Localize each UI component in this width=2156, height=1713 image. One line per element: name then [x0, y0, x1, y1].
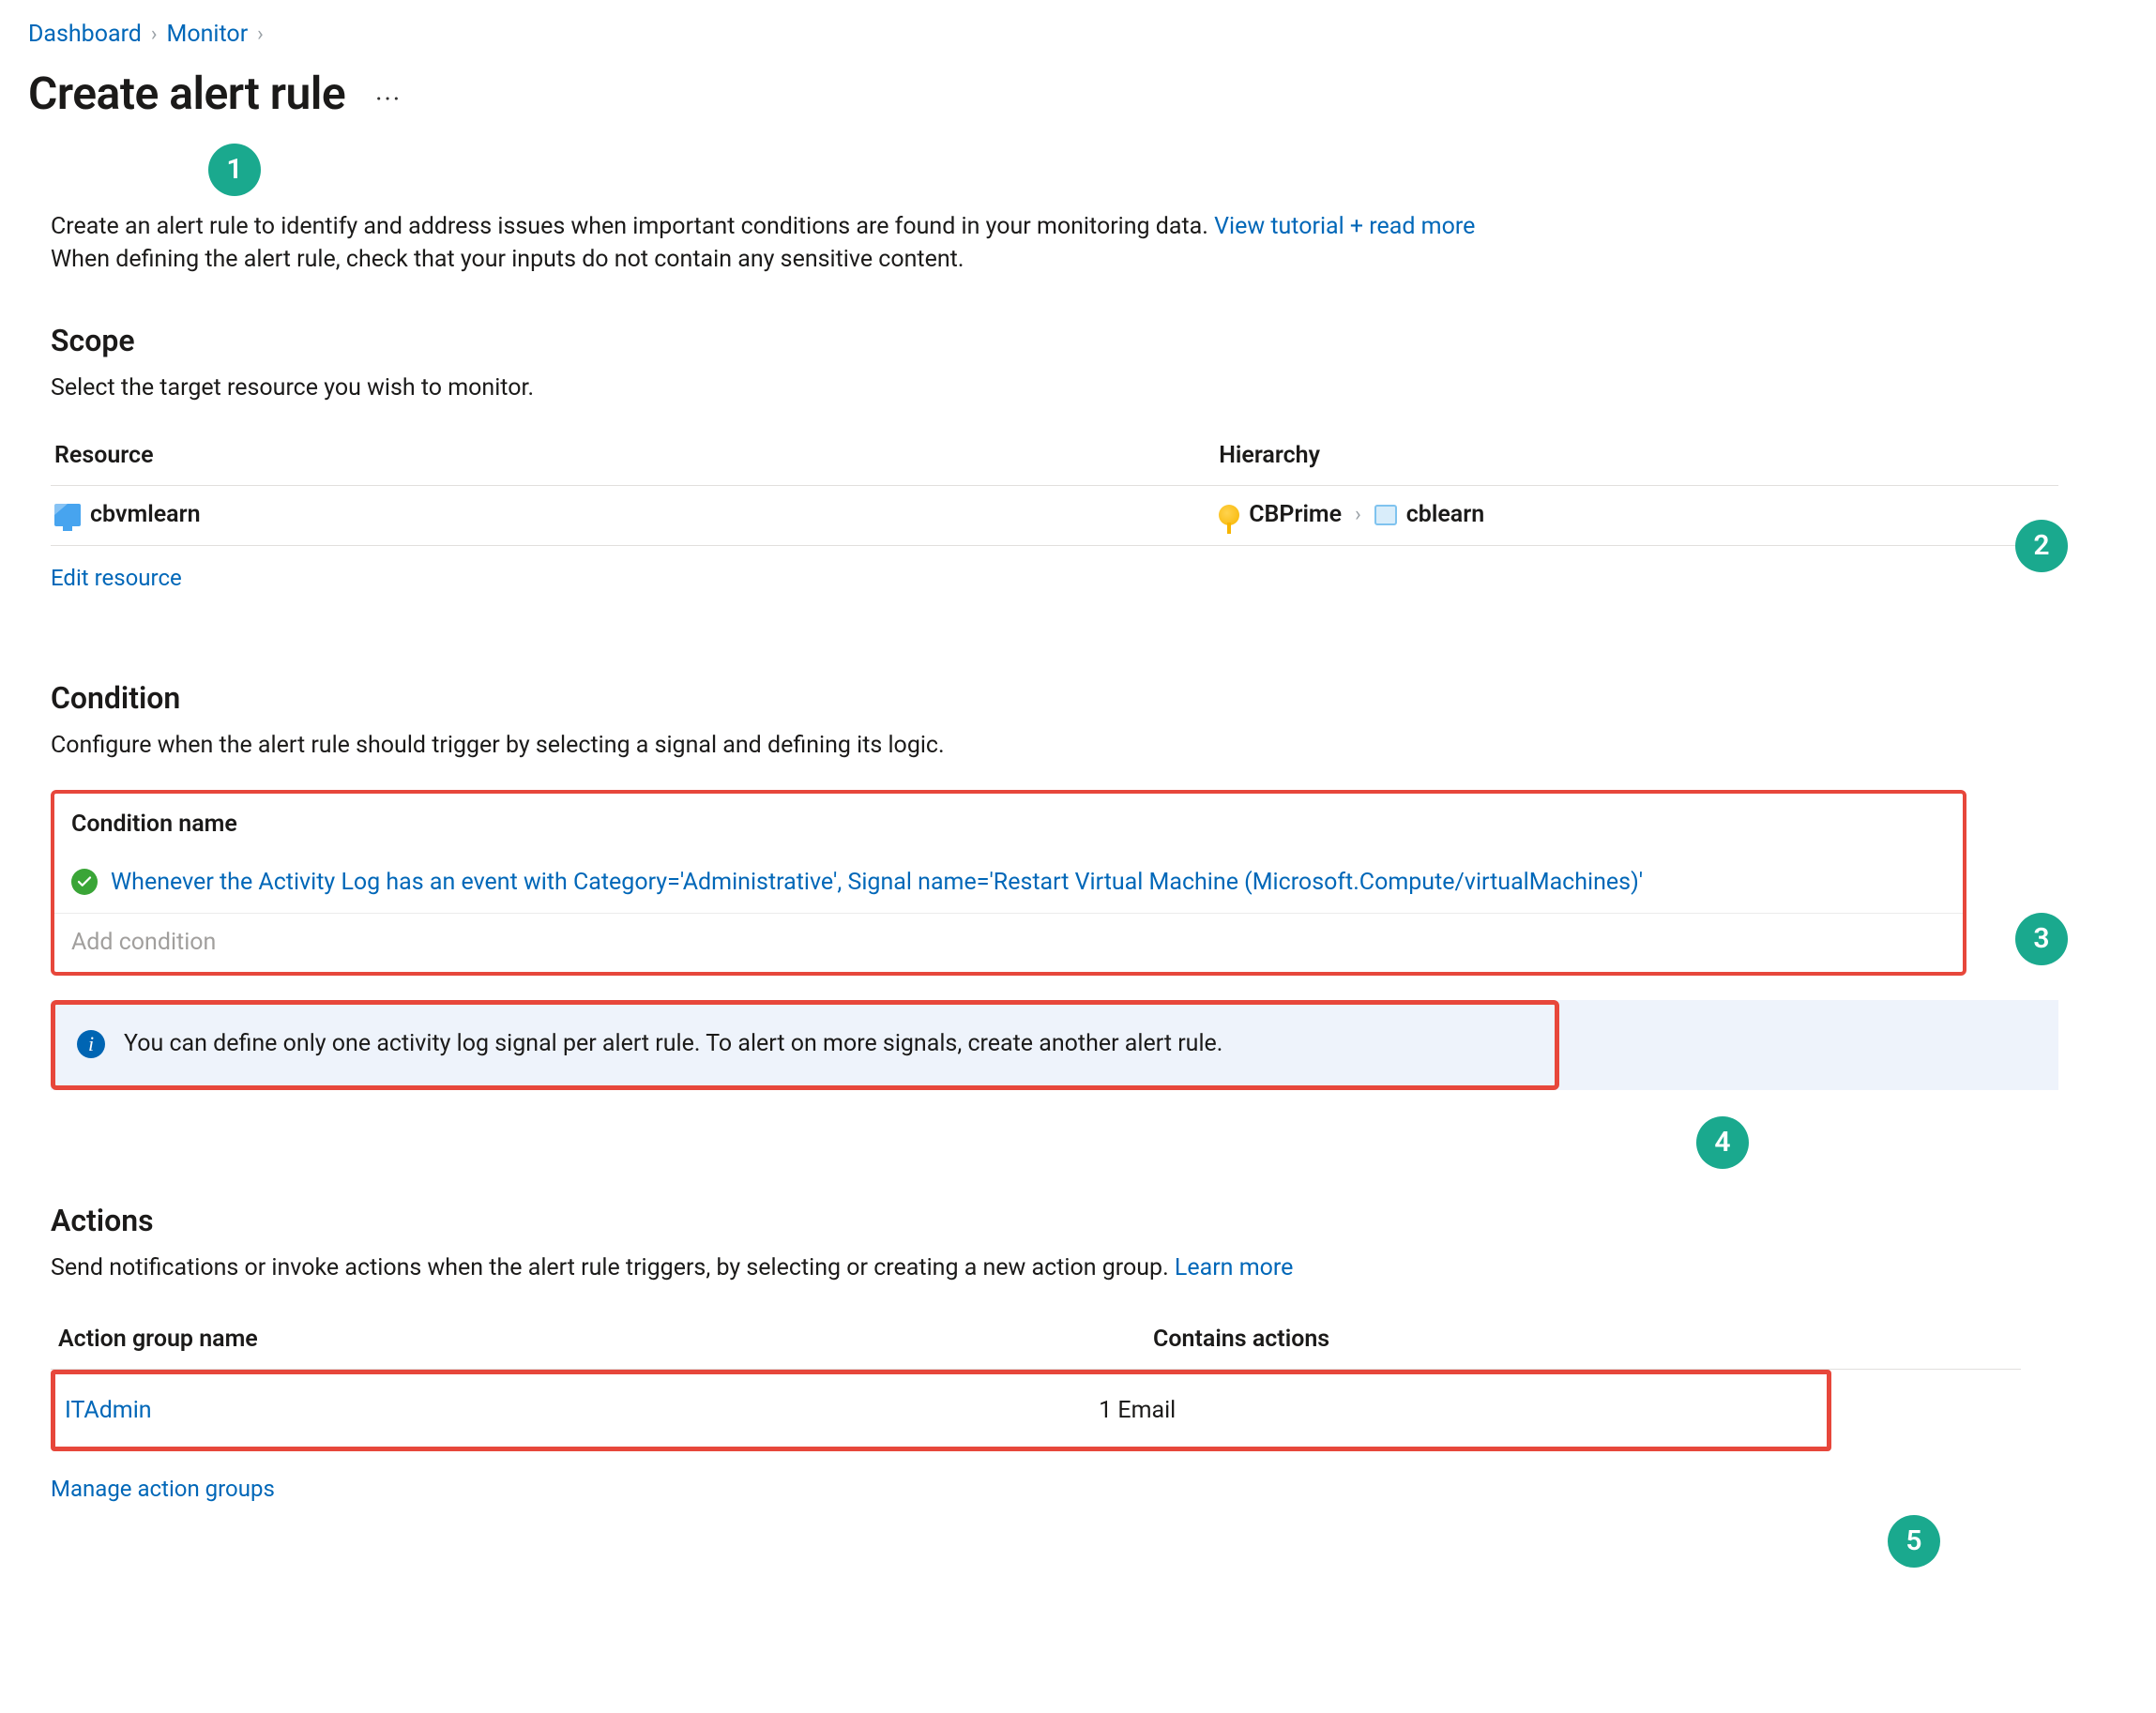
condition-column-header: Condition name: [54, 794, 1963, 854]
callout-badge-3: 3: [2015, 913, 2068, 965]
vm-icon: [54, 504, 81, 526]
condition-subtext: Configure when the alert rule should tri…: [51, 730, 2128, 762]
scope-column-resource: Resource: [51, 429, 1215, 485]
chevron-right-icon: ›: [257, 21, 264, 49]
actions-column-name: Action group name: [58, 1324, 1153, 1356]
view-tutorial-link[interactable]: View tutorial + read more: [1214, 213, 1475, 240]
add-condition-link[interactable]: Add condition: [54, 914, 1963, 972]
actions-heading: Actions: [51, 1201, 2128, 1241]
page-title-row: Create alert rule ···: [28, 64, 2128, 125]
subscription-key-icon: [1219, 505, 1239, 525]
scope-heading: Scope: [51, 321, 2128, 361]
action-group-row[interactable]: ITAdmin 1 Email: [51, 1370, 1831, 1452]
scope-column-hierarchy: Hierarchy: [1215, 429, 2058, 485]
condition-row[interactable]: Whenever the Activity Log has an event w…: [54, 854, 1963, 915]
breadcrumb: Dashboard › Monitor ›: [28, 19, 2128, 51]
info-banner: i You can define only one activity log s…: [51, 1000, 2058, 1090]
scope-table: Resource Hierarchy cbvmlearn CBPrime › c…: [51, 429, 2058, 547]
resource-group-icon: [1374, 505, 1397, 525]
scope-row: cbvmlearn CBPrime › cblearn: [51, 485, 2058, 546]
condition-box: Condition name Whenever the Activity Log…: [51, 790, 1966, 976]
page-description-line2: When defining the alert rule, check that…: [51, 244, 1786, 276]
scope-resource-name: cbvmlearn: [90, 499, 201, 531]
callout-badge-2: 2: [2015, 520, 2068, 572]
chevron-right-icon: ›: [1351, 501, 1365, 529]
breadcrumb-dashboard[interactable]: Dashboard: [28, 19, 142, 51]
actions-learn-more-link[interactable]: Learn more: [1175, 1254, 1293, 1281]
scope-hierarchy-group: cblearn: [1406, 499, 1484, 531]
info-icon: i: [77, 1030, 105, 1058]
edit-resource-link[interactable]: Edit resource: [51, 565, 182, 591]
info-banner-text: You can define only one activity log sig…: [124, 1028, 1222, 1060]
action-group-contains: 1 Email: [1099, 1395, 1817, 1427]
callout-badge-1: 1: [208, 144, 261, 196]
condition-heading: Condition: [51, 678, 2128, 719]
more-options-button[interactable]: ···: [368, 78, 409, 121]
actions-column-contains: Contains actions: [1153, 1324, 2013, 1356]
callout-badge-4: 4: [1696, 1116, 1749, 1169]
page-title: Create alert rule: [28, 64, 345, 125]
manage-action-groups-link[interactable]: Manage action groups: [51, 1476, 275, 1502]
breadcrumb-monitor[interactable]: Monitor: [167, 19, 249, 51]
scope-subtext: Select the target resource you wish to m…: [51, 372, 2128, 404]
check-circle-icon: [71, 869, 98, 895]
actions-table: Action group name Contains actions ITAdm…: [51, 1312, 2105, 1452]
condition-name-link[interactable]: Whenever the Activity Log has an event w…: [111, 867, 1643, 899]
page-description: Create an alert rule to identify and add…: [51, 211, 1786, 277]
callout-badge-5: 5: [1888, 1515, 1940, 1568]
actions-subtext-text: Send notifications or invoke actions whe…: [51, 1254, 1175, 1281]
chevron-right-icon: ›: [151, 21, 158, 49]
page-description-text: Create an alert rule to identify and add…: [51, 213, 1214, 240]
actions-subtext: Send notifications or invoke actions whe…: [51, 1252, 2128, 1284]
action-group-name-link[interactable]: ITAdmin: [65, 1397, 152, 1424]
scope-hierarchy-subscription: CBPrime: [1249, 499, 1342, 531]
actions-header-row: Action group name Contains actions: [51, 1312, 2021, 1370]
